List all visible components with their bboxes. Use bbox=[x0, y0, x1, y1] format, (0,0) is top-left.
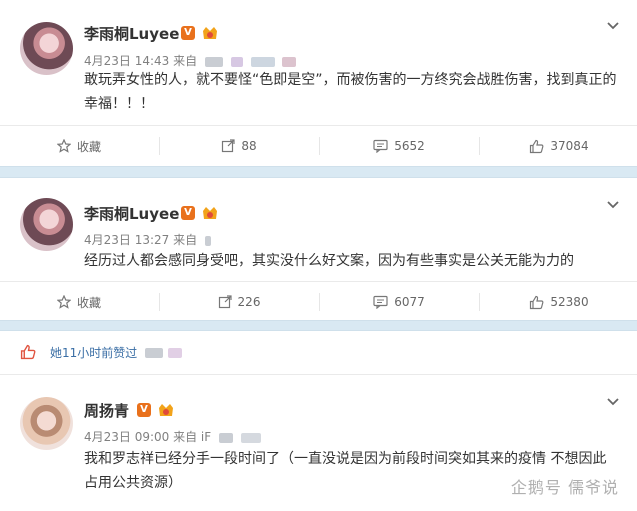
watermark: 企鹅号 儒爷说 bbox=[510, 478, 619, 497]
post-date[interactable]: 4月23日 14:43 来自 bbox=[84, 54, 197, 68]
repost-button[interactable]: 226 bbox=[160, 282, 318, 322]
comment-count: 6077 bbox=[394, 295, 425, 309]
verified-badge-icon: V bbox=[137, 403, 151, 417]
post-date[interactable]: 4月23日 09:00 来自 iF bbox=[84, 430, 211, 444]
post-text: 敢玩弄女性的人，就不要怪“色即是空”，而被伤害的一方终究会战胜伤害，找到真正的幸… bbox=[84, 72, 617, 112]
avatar[interactable] bbox=[20, 22, 73, 75]
repost-count: 226 bbox=[237, 295, 261, 309]
like-button[interactable]: 52380 bbox=[480, 282, 637, 322]
blurred-source bbox=[240, 432, 261, 443]
blurred-source bbox=[204, 235, 211, 246]
blurred-name bbox=[145, 348, 163, 358]
comment-button[interactable]: 5652 bbox=[320, 126, 478, 166]
comment-count: 5652 bbox=[394, 139, 425, 153]
liked-notice-row: 她11小时前赞过 bbox=[0, 330, 637, 375]
blurred-source bbox=[204, 56, 223, 67]
chevron-down-icon[interactable] bbox=[605, 196, 621, 212]
chevron-down-icon[interactable] bbox=[605, 393, 621, 409]
thumbs-up-icon bbox=[20, 344, 36, 360]
like-button[interactable]: 37084 bbox=[480, 126, 637, 166]
post-text: 经历过人都会感同身受吧，其实没什么好文案，因为有些事实是公关无能为力的 bbox=[84, 253, 574, 269]
post-meta: 4月23日 09:00 来自 iF bbox=[84, 428, 261, 445]
verified-badge-icon: V bbox=[181, 206, 195, 220]
repost-icon bbox=[222, 139, 235, 153]
comment-button[interactable]: 6077 bbox=[320, 282, 478, 322]
chevron-down-icon[interactable] bbox=[605, 17, 621, 33]
star-icon bbox=[56, 295, 71, 309]
avatar[interactable] bbox=[20, 397, 73, 450]
favorite-button[interactable]: 收藏 bbox=[0, 282, 158, 322]
feed-separator bbox=[0, 166, 637, 178]
repost-icon bbox=[218, 295, 232, 309]
blurred-source bbox=[219, 432, 233, 443]
blurred-source bbox=[250, 56, 275, 67]
favorite-button[interactable]: 收藏 bbox=[0, 126, 158, 166]
thumbs-up-icon bbox=[530, 295, 544, 309]
action-bar: 收藏 88 5652 37084 bbox=[0, 125, 637, 166]
crown-level-icon bbox=[203, 207, 217, 219]
avatar[interactable] bbox=[20, 198, 73, 251]
blurred-source bbox=[230, 56, 243, 67]
blurred-source bbox=[282, 56, 297, 67]
post-card-2: 李雨桐Luyee V 4月23日 13:27 来自 经历过人都会感同身受吧，其实… bbox=[0, 178, 637, 320]
crown-level-icon bbox=[203, 27, 217, 39]
post-meta: 4月23日 13:27 来自 bbox=[84, 231, 211, 248]
liked-notice[interactable]: 她11小时前赞过 bbox=[50, 344, 137, 361]
repost-count: 88 bbox=[241, 139, 257, 153]
comment-icon bbox=[373, 295, 388, 309]
crown-level-icon bbox=[159, 404, 173, 416]
comment-icon bbox=[373, 139, 388, 153]
favorite-label: 收藏 bbox=[76, 295, 101, 310]
author-name[interactable]: 李雨桐Luyee bbox=[84, 203, 179, 224]
action-bar: 收藏 226 6077 52380 bbox=[0, 281, 637, 322]
author-name[interactable]: 李雨桐Luyee bbox=[84, 23, 179, 44]
blurred-name bbox=[168, 348, 182, 358]
favorite-label: 收藏 bbox=[76, 139, 101, 154]
star-icon bbox=[56, 139, 71, 153]
like-count: 37084 bbox=[550, 139, 589, 153]
thumbs-up-icon bbox=[530, 139, 544, 153]
repost-button[interactable]: 88 bbox=[160, 126, 318, 166]
like-count: 52380 bbox=[550, 295, 589, 309]
post-meta: 4月23日 14:43 来自 bbox=[84, 52, 297, 69]
author-name[interactable]: 周扬青 bbox=[84, 400, 129, 421]
verified-badge-icon: V bbox=[181, 26, 195, 40]
post-date[interactable]: 4月23日 13:27 来自 bbox=[84, 233, 197, 247]
post-card-1: 李雨桐Luyee V 4月23日 14:43 来自 敢玩弄女性的人，就不要怪“色… bbox=[0, 0, 637, 166]
